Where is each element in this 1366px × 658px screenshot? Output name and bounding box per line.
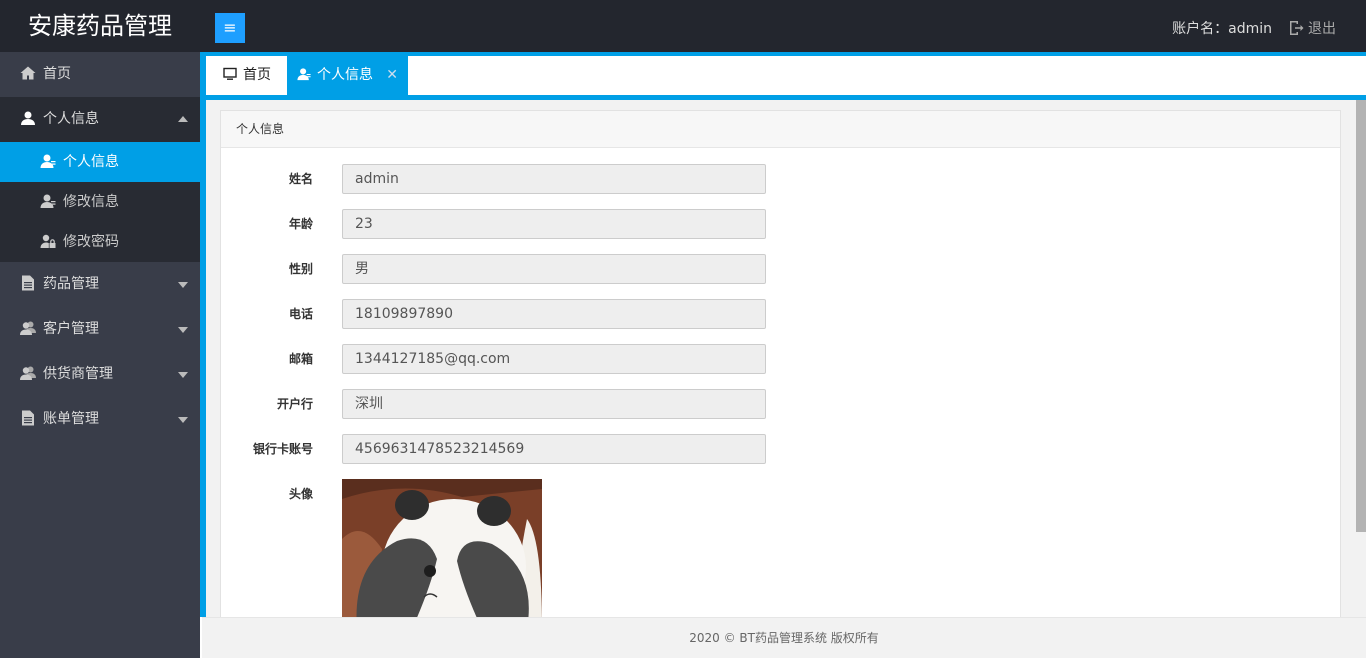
tab-label: 个人信息 — [317, 67, 373, 83]
logout-icon — [1290, 21, 1304, 35]
sidebar-subitem-label: 修改密码 — [63, 234, 119, 250]
logout-button[interactable]: 退出 — [1288, 0, 1336, 58]
sidebar-item-drug[interactable]: 药品管理 — [0, 262, 200, 307]
menu-toggle-button[interactable]: ≡ — [215, 13, 245, 43]
users-icon — [20, 321, 36, 335]
sidebar-subitem-change-password[interactable]: 修改密码 — [0, 222, 200, 262]
account-name: 账户名：admin — [1172, 21, 1272, 37]
app-title: 安康药品管理 — [28, 12, 172, 40]
users-icon — [20, 366, 36, 380]
field-label: 邮箱 — [288, 352, 313, 366]
sidebar: 首页 个人信息 个人信息 修改信息 修改密码 药品管理 客户管理 供货商管理 账… — [0, 52, 200, 658]
sidebar-item-home[interactable]: 首页 — [0, 52, 200, 97]
sidebar-item-bill[interactable]: 账单管理 — [0, 397, 200, 442]
footer: 2020 © BT药品管理系统 版权所有 — [202, 617, 1366, 658]
panel-title: 个人信息 — [221, 111, 1340, 148]
sidebar-subitem-profile[interactable]: 个人信息 — [0, 142, 200, 182]
document-icon — [22, 410, 34, 426]
sidebar-subitem-label: 个人信息 — [63, 154, 119, 170]
sidebar-item-label: 供货商管理 — [43, 366, 113, 382]
monitor-icon — [223, 67, 237, 80]
bank-field[interactable]: 深圳 — [342, 389, 766, 419]
sidebar-item-label: 账单管理 — [43, 411, 99, 427]
field-label: 电话 — [288, 307, 313, 321]
field-label: 银行卡账号 — [252, 442, 313, 456]
phone-field[interactable]: 18109897890 — [342, 299, 766, 329]
tab-bar: 首页 个人信息 ✕ — [200, 52, 1366, 100]
tab-label: 首页 — [243, 67, 271, 83]
user-lock-icon — [40, 234, 56, 248]
sidebar-subitem-edit-info[interactable]: 修改信息 — [0, 182, 200, 222]
user-icon — [21, 111, 35, 125]
close-icon[interactable]: ✕ — [386, 56, 398, 95]
sidebar-item-personal[interactable]: 个人信息 — [0, 97, 200, 142]
sidebar-item-label: 首页 — [43, 66, 71, 82]
card-number-field[interactable]: 4569631478523214569 — [342, 434, 766, 464]
profile-panel: 个人信息 姓名 admin 年龄 23 性别 男 电话 18109897890 … — [220, 110, 1341, 617]
chevron-down-icon — [178, 417, 188, 423]
field-label: 头像 — [288, 487, 313, 501]
sidebar-subnav-personal: 个人信息 修改信息 修改密码 — [0, 142, 200, 262]
home-icon — [20, 66, 36, 80]
chevron-down-icon — [178, 327, 188, 333]
tab-home[interactable]: 首页 — [206, 56, 287, 95]
tab-personal-info[interactable]: 个人信息 ✕ — [287, 56, 408, 95]
chevron-down-icon — [178, 372, 188, 378]
sidebar-subitem-label: 修改信息 — [63, 194, 119, 210]
user-edit-icon — [40, 194, 56, 208]
field-label: 年龄 — [288, 217, 313, 231]
hamburger-icon: ≡ — [223, 18, 237, 37]
chevron-up-icon — [178, 116, 188, 122]
email-field[interactable]: 1344127185@qq.com — [342, 344, 766, 374]
scrollbar-thumb[interactable] — [1356, 100, 1366, 532]
sidebar-item-label: 个人信息 — [43, 111, 99, 127]
sidebar-item-customer[interactable]: 客户管理 — [0, 307, 200, 352]
logout-label: 退出 — [1308, 21, 1336, 37]
field-label: 性别 — [288, 262, 313, 276]
field-label: 姓名 — [288, 172, 313, 186]
sidebar-item-label: 药品管理 — [43, 276, 99, 292]
chevron-down-icon — [178, 282, 188, 288]
user-profile-icon — [297, 68, 311, 81]
document-icon — [22, 275, 34, 291]
gender-field[interactable]: 男 — [342, 254, 766, 284]
user-profile-icon — [40, 154, 56, 168]
name-field[interactable]: admin — [342, 164, 766, 194]
panda-avatar-image — [342, 479, 542, 617]
avatar — [342, 479, 542, 617]
main-content: 个人信息 姓名 admin 年龄 23 性别 男 电话 18109897890 … — [200, 100, 1366, 617]
sidebar-item-label: 客户管理 — [43, 321, 99, 337]
field-label: 开户行 — [276, 397, 313, 411]
sidebar-item-supplier[interactable]: 供货商管理 — [0, 352, 200, 397]
age-field[interactable]: 23 — [342, 209, 766, 239]
top-header: 安康药品管理 ≡ 账户名：admin 退出 — [0, 0, 1366, 52]
